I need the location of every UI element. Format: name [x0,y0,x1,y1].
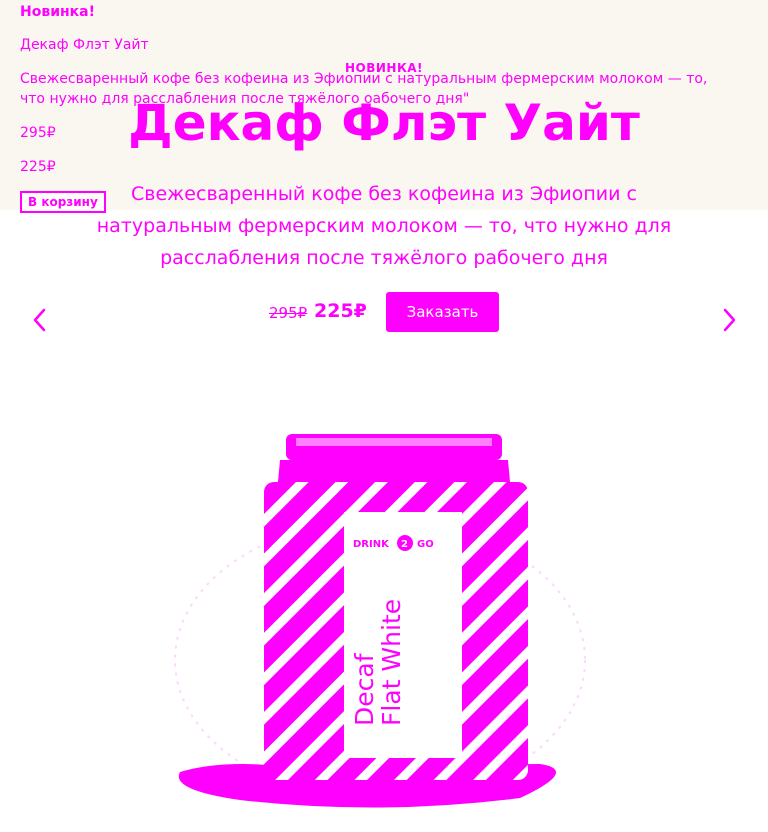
svg-text:DRINK: DRINK [353,539,390,550]
fallback-new-price: 225₽ [20,159,56,175]
svg-text:Flat White: Flat White [377,599,406,726]
new-badge: НОВИНКА! [344,61,424,75]
price-row: 295₽ 225₽ Заказать [0,292,768,332]
new-price: 225₽ [314,300,367,322]
chevron-right-icon[interactable] [717,306,741,334]
svg-text:Decaf: Decaf [350,652,379,726]
fallback-title: Декаф Флэт Уайт [20,37,149,53]
product-description: Свежесваренный кофе без кофеина из Эфиоп… [96,183,672,269]
fallback-badge: Новинка! [20,4,96,20]
product-can-image: DRINK 2 GO Decaf Flat White [160,420,600,828]
order-button[interactable]: Заказать [386,292,499,332]
product-title: Декаф Флэт Уайт [128,94,640,152]
svg-text:GO: GO [417,539,434,550]
chevron-left-icon[interactable] [28,306,52,334]
old-price: 295₽ [269,304,308,322]
svg-text:2: 2 [401,539,408,550]
